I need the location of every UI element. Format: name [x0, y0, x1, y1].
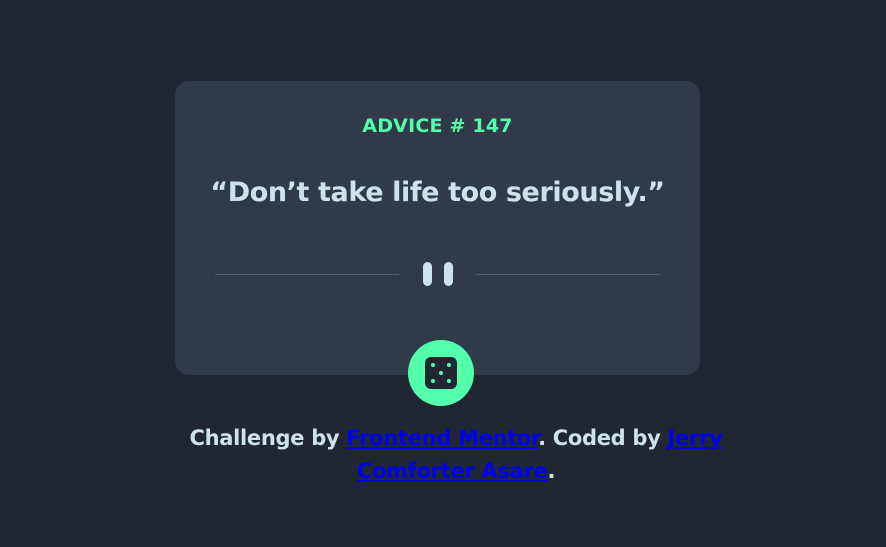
advice-card: ADVICE # 147 “Don’t take life too seriou…	[175, 81, 700, 375]
divider-line-left	[215, 274, 399, 275]
advice-quote: “Don’t take life too seriously.”	[210, 177, 665, 208]
advice-id-label: ADVICE # 147	[362, 115, 513, 137]
attribution: Challenge by Frontend Mentor. Coded by J…	[175, 422, 737, 488]
attribution-middle: . Coded by	[538, 426, 668, 450]
pause-icon	[422, 262, 454, 286]
attribution-prefix: Challenge by	[189, 426, 347, 450]
dice-icon	[425, 357, 457, 389]
divider-line-right	[476, 274, 660, 275]
attribution-suffix: .	[547, 459, 556, 483]
generate-advice-button[interactable]	[408, 340, 474, 406]
pattern-divider	[215, 259, 660, 289]
frontend-mentor-link[interactable]: Frontend Mentor	[346, 426, 538, 450]
